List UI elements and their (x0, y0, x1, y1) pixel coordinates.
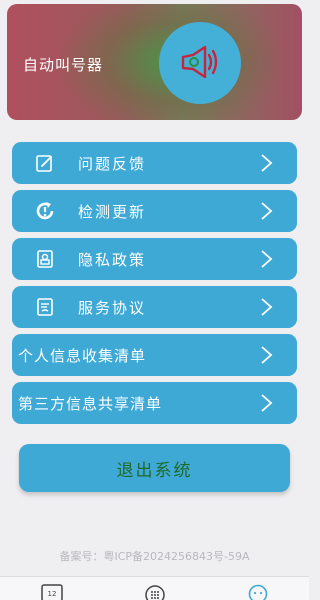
chevron-right-icon (261, 394, 273, 412)
header-banner: 自动叫号器 (7, 4, 302, 120)
keypad-icon (145, 585, 165, 600)
menu-item-privacy[interactable]: 隐私政策 (12, 238, 297, 280)
menu-item-label: 第三方信息共享清单 (18, 395, 163, 413)
chevron-right-icon (261, 154, 273, 172)
profile-icon (248, 584, 268, 600)
tab-calendar[interactable]: 12 (40, 583, 64, 600)
speaker-icon (181, 45, 218, 79)
app-title: 自动叫号器 (23, 56, 104, 74)
menu-item-third-party-sharing-list[interactable]: 第三方信息共享清单 (12, 382, 297, 424)
chevron-right-icon (261, 346, 273, 364)
calendar-icon: 12 (41, 584, 63, 600)
logout-button[interactable]: 退出系统 (19, 444, 290, 492)
chevron-right-icon (261, 250, 273, 268)
app-logo (159, 22, 241, 104)
menu-item-personal-info-list[interactable]: 个人信息收集清单 (12, 334, 297, 376)
tab-keypad[interactable] (143, 583, 167, 600)
update-icon (34, 200, 56, 222)
agreement-icon (34, 296, 56, 318)
tab-profile[interactable] (246, 583, 270, 600)
menu-item-feedback[interactable]: 问题反馈 (12, 142, 297, 184)
menu-item-label: 隐私政策 (78, 251, 147, 269)
menu-item-update[interactable]: 检测更新 (12, 190, 297, 232)
feedback-icon (34, 152, 56, 174)
menu-item-label: 服务协议 (78, 299, 147, 317)
icp-record[interactable]: 备案号：粤ICP备2024256843号-59A (0, 548, 309, 564)
bottom-tab-bar: 12 (0, 576, 309, 600)
chevron-right-icon (261, 202, 273, 220)
privacy-icon (34, 248, 56, 270)
menu-item-label: 检测更新 (78, 203, 147, 221)
chevron-right-icon (261, 298, 273, 316)
menu-item-label: 个人信息收集清单 (18, 347, 147, 365)
menu-item-label: 问题反馈 (78, 155, 147, 173)
calendar-text: 12 (48, 590, 57, 598)
menu-item-agreement[interactable]: 服务协议 (12, 286, 297, 328)
